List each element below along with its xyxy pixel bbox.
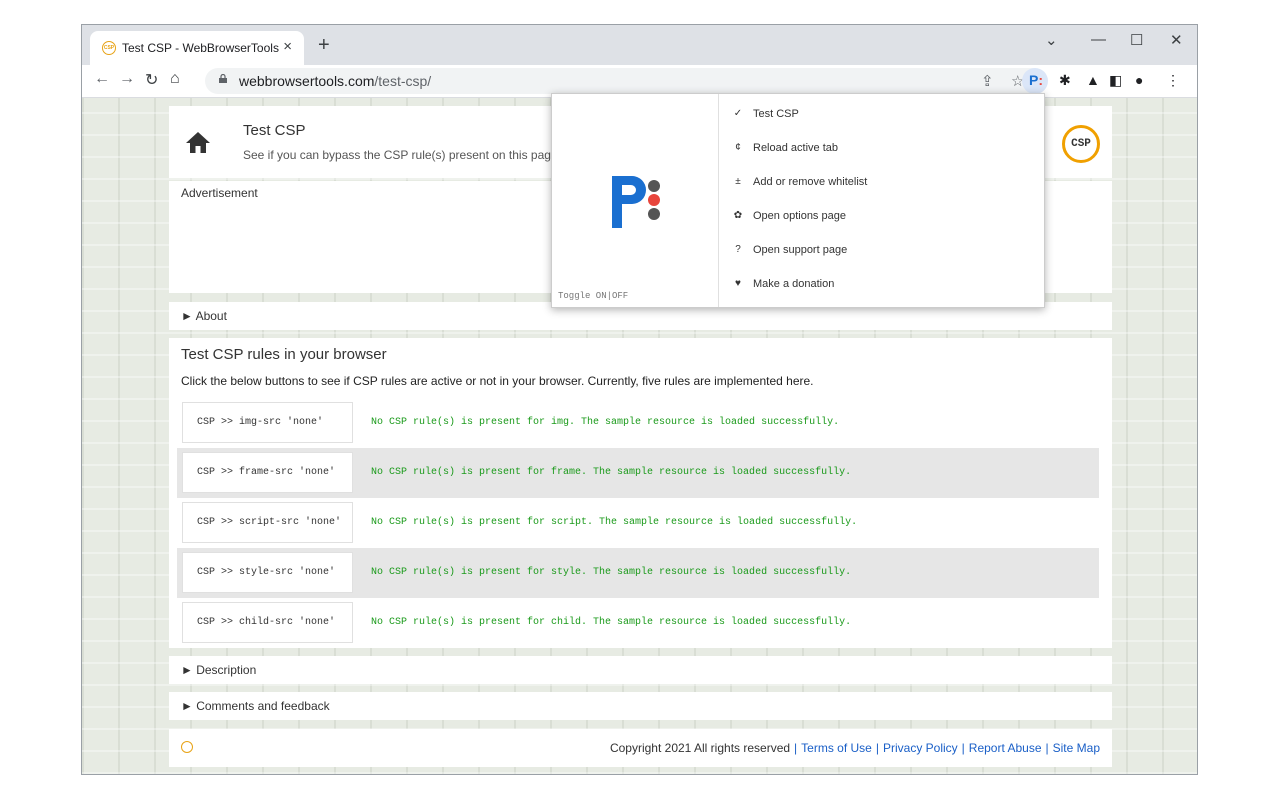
- test-result: No CSP rule(s) is present for frame. The…: [371, 467, 852, 478]
- home-icon[interactable]: [185, 130, 211, 154]
- tab-title: Test CSP - WebBrowserTools: [122, 41, 279, 55]
- menu-item-label: Add or remove whitelist: [753, 176, 868, 188]
- menu-item-support[interactable]: ? Open support page: [719, 236, 1045, 266]
- reload-icon: ¢: [735, 142, 741, 153]
- plus-minus-icon: ±: [735, 176, 741, 187]
- test-description: Click the below buttons to see if CSP ru…: [181, 374, 814, 388]
- description-summary[interactable]: ► Description: [181, 663, 256, 677]
- home-button-icon[interactable]: ⌂: [170, 70, 180, 88]
- menu-item-whitelist[interactable]: ± Add or remove whitelist: [719, 168, 1045, 198]
- comments-summary[interactable]: ► Comments and feedback: [181, 699, 330, 713]
- site-map-link[interactable]: Site Map: [1053, 741, 1100, 755]
- csp-child-src-button[interactable]: CSP >> child-src 'none': [182, 602, 353, 643]
- test-panel: Test CSP rules in your browser Click the…: [169, 338, 1112, 648]
- reload-icon[interactable]: ↻: [145, 70, 158, 90]
- comments-section[interactable]: ► Comments and feedback: [169, 692, 1112, 720]
- tab-test-csp[interactable]: CSP Test CSP - WebBrowserTools ×: [90, 31, 304, 65]
- question-icon: ?: [735, 244, 741, 255]
- about-summary[interactable]: ► About: [181, 309, 227, 323]
- share-icon[interactable]: ⇪: [981, 72, 994, 90]
- csp-extension-icon[interactable]: P:: [1029, 72, 1043, 88]
- test-row: CSP >> style-src 'none' No CSP rule(s) i…: [177, 548, 1099, 598]
- side-panel-icon[interactable]: ◧: [1109, 72, 1122, 89]
- menu-item-label: Reload active tab: [753, 142, 838, 154]
- page-title: Test CSP: [243, 122, 306, 139]
- labs-flask-icon[interactable]: ▲: [1086, 72, 1100, 88]
- tab-strip: CSP Test CSP - WebBrowserTools × + ⌄ — ☐…: [82, 25, 1197, 65]
- csp-script-src-button[interactable]: CSP >> script-src 'none': [182, 502, 353, 543]
- csp-style-src-button[interactable]: CSP >> style-src 'none': [182, 552, 353, 593]
- menu-item-label: Open options page: [753, 210, 846, 222]
- extension-popup: Toggle ON|OFF ✓ Test CSP ¢ Reload active…: [551, 93, 1045, 308]
- new-tab-button[interactable]: +: [318, 34, 330, 57]
- menu-item-label: Make a donation: [753, 278, 835, 290]
- heart-icon: ♥: [735, 278, 741, 289]
- url-text: webbrowsertools.com/test-csp/: [239, 73, 432, 89]
- terms-link[interactable]: Terms of Use: [801, 741, 872, 755]
- lock-icon: [219, 74, 227, 83]
- advertisement-label: Advertisement: [181, 186, 258, 200]
- csp-frame-src-button[interactable]: CSP >> frame-src 'none': [182, 452, 353, 493]
- csp-logo[interactable]: CSP: [1062, 125, 1100, 163]
- menu-item-donation[interactable]: ♥ Make a donation: [719, 270, 1045, 300]
- close-window-icon[interactable]: ✕: [1170, 31, 1183, 49]
- menu-item-test-csp[interactable]: ✓ Test CSP: [719, 100, 1045, 130]
- maximize-icon[interactable]: ☐: [1130, 31, 1143, 49]
- back-icon[interactable]: ←: [94, 70, 110, 88]
- tab-search-icon[interactable]: ⌄: [1045, 31, 1058, 49]
- page-subtitle: See if you can bypass the CSP rule(s) pr…: [243, 148, 558, 162]
- menu-item-label: Test CSP: [753, 108, 799, 120]
- gear-icon: ✿: [733, 210, 743, 221]
- forward-icon[interactable]: →: [119, 70, 135, 88]
- check-icon: ✓: [733, 108, 743, 119]
- menu-item-options[interactable]: ✿ Open options page: [719, 202, 1045, 232]
- minimize-icon[interactable]: —: [1091, 31, 1106, 48]
- profile-avatar-icon[interactable]: ●: [1135, 72, 1143, 88]
- privacy-link[interactable]: Privacy Policy: [883, 741, 958, 755]
- tab-close-icon[interactable]: ×: [283, 38, 292, 55]
- report-abuse-link[interactable]: Report Abuse: [969, 741, 1042, 755]
- csp-img-src-button[interactable]: CSP >> img-src 'none': [182, 402, 353, 443]
- test-result: No CSP rule(s) is present for child. The…: [371, 617, 852, 628]
- footer-links: Copyright 2021 All rights reserved | Terms…: [609, 741, 1100, 755]
- test-result: No CSP rule(s) is present for script. Th…: [371, 517, 858, 528]
- browser-menu-icon[interactable]: ⋮: [1166, 72, 1180, 89]
- test-row: CSP >> child-src 'none' No CSP rule(s) i…: [177, 598, 1099, 648]
- address-bar[interactable]: webbrowsertools.com/test-csp/ ⇪ ☆: [205, 68, 1045, 94]
- site-favicon-icon: CSP: [102, 41, 116, 55]
- copyright-text: Copyright 2021 All rights reserved: [609, 741, 791, 755]
- test-row: CSP >> img-src 'none' No CSP rule(s) is …: [177, 398, 1099, 448]
- menu-item-label: Open support page: [753, 244, 848, 256]
- extensions-puzzle-icon[interactable]: ✱: [1059, 72, 1071, 89]
- popup-toggle-area[interactable]: Toggle ON|OFF: [552, 94, 719, 307]
- footer-logo-icon: [181, 741, 193, 753]
- menu-item-reload-tab[interactable]: ¢ Reload active tab: [719, 134, 1045, 164]
- test-result: No CSP rule(s) is present for img. The s…: [371, 417, 840, 428]
- test-title: Test CSP rules in your browser: [181, 346, 387, 363]
- test-result: No CSP rule(s) is present for style. The…: [371, 567, 852, 578]
- test-row: CSP >> frame-src 'none' No CSP rule(s) i…: [177, 448, 1099, 498]
- extension-logo-icon: [612, 176, 660, 228]
- description-section[interactable]: ► Description: [169, 656, 1112, 684]
- toggle-label[interactable]: Toggle ON|OFF: [558, 291, 628, 301]
- site-footer: Copyright 2021 All rights reserved | Terms…: [169, 729, 1112, 767]
- test-row: CSP >> script-src 'none' No CSP rule(s) …: [177, 498, 1099, 548]
